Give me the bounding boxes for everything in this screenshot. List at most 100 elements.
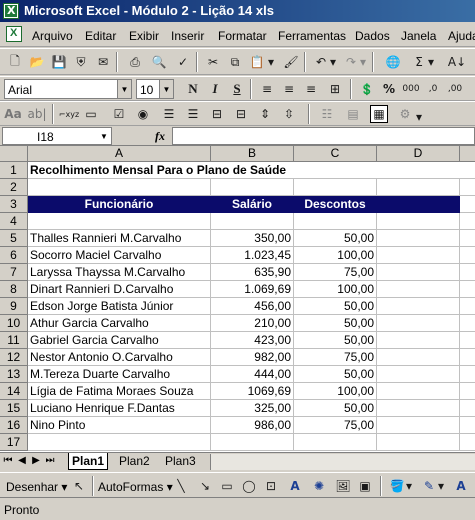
cell[interactable] (377, 264, 460, 281)
save-icon[interactable]: 💾 (50, 53, 68, 71)
cell[interactable] (460, 298, 475, 315)
discount-cell[interactable]: 50,00 (294, 366, 377, 383)
discount-cell[interactable]: 100,00 (294, 247, 377, 264)
decrease-decimal-icon[interactable]: ,00 (446, 80, 464, 98)
cell[interactable] (460, 434, 475, 451)
cell[interactable] (377, 400, 460, 417)
cell[interactable] (377, 213, 460, 230)
toolbar-options-icon[interactable]: ▾ (414, 108, 424, 126)
cell[interactable] (377, 349, 460, 366)
employee-name-cell[interactable]: Dinart Rannieri D.Carvalho (28, 281, 211, 298)
row-header[interactable]: 9 (0, 298, 28, 315)
combo-list-edit-icon[interactable]: ⊟ (208, 105, 226, 123)
rectangle-icon[interactable]: ▭ (218, 477, 236, 495)
undo-dropdown-icon[interactable]: ▾ (328, 53, 338, 71)
cell[interactable] (460, 400, 475, 417)
employee-name-cell[interactable]: Lígia de Fatima Moraes Souza (28, 383, 211, 400)
cell[interactable] (460, 179, 475, 196)
menu-janela[interactable]: Janela (401, 29, 436, 43)
cell[interactable] (377, 383, 460, 400)
thousands-icon[interactable]: 000 (402, 80, 420, 98)
cell[interactable] (28, 179, 211, 196)
first-sheet-icon[interactable]: ⏮ (2, 455, 14, 466)
salary-cell[interactable]: 1.023,45 (211, 247, 294, 264)
cell[interactable] (377, 315, 460, 332)
row-header[interactable]: 1 (0, 162, 28, 179)
discount-cell[interactable]: 50,00 (294, 400, 377, 417)
option-button-icon[interactable]: ◉ (134, 105, 152, 123)
horizontal-scrollbar[interactable] (210, 454, 475, 470)
employee-name-cell[interactable]: Athur Garcia Carvalho (28, 315, 211, 332)
salary-cell[interactable]: 635,90 (211, 264, 294, 281)
last-sheet-icon[interactable]: ⏭ (44, 455, 56, 466)
paste-dropdown-icon[interactable]: ▾ (266, 53, 276, 71)
cell[interactable] (460, 162, 475, 179)
cell[interactable] (28, 213, 211, 230)
column-header-b[interactable]: B (211, 146, 294, 162)
cell[interactable] (460, 264, 475, 281)
sheet-tab-plan2[interactable]: Plan2 (116, 453, 153, 470)
cell[interactable] (460, 196, 475, 213)
currency-icon[interactable]: 💲 (358, 80, 376, 98)
cell[interactable] (460, 366, 475, 383)
cell[interactable] (377, 162, 460, 179)
chevron-down-icon[interactable]: ▼ (159, 80, 173, 98)
employee-name-cell[interactable]: Edson Jorge Batista Júnior (28, 298, 211, 315)
format-painter-icon[interactable]: 🖌 (282, 53, 300, 71)
discount-cell[interactable]: 100,00 (294, 383, 377, 400)
font-combo[interactable]: Arial ▼ (4, 79, 132, 99)
discount-cell[interactable]: 50,00 (294, 298, 377, 315)
discount-cell[interactable]: 75,00 (294, 417, 377, 434)
row-header[interactable]: 10 (0, 315, 28, 332)
discount-cell[interactable]: 75,00 (294, 349, 377, 366)
employee-name-cell[interactable]: Socorro Maciel Carvalho (28, 247, 211, 264)
group-box-icon[interactable]: ⌐xyz (59, 105, 79, 123)
employee-name-cell[interactable]: Thalles Rannieri M.Carvalho (28, 230, 211, 247)
discount-cell[interactable]: 50,00 (294, 315, 377, 332)
formula-input[interactable] (172, 127, 475, 145)
autoshapes-menu-button[interactable]: AutoFormas ▾ (98, 480, 173, 494)
control-properties-icon[interactable]: ☷ (318, 105, 336, 123)
fill-color-dropdown-icon[interactable]: ▾ (404, 477, 414, 495)
employee-name-cell[interactable]: M.Tereza Duarte Carvalho (28, 366, 211, 383)
bold-icon[interactable]: N (184, 80, 202, 98)
merge-center-icon[interactable]: ⊞ (326, 80, 344, 98)
row-header[interactable]: 6 (0, 247, 28, 264)
cell[interactable] (377, 281, 460, 298)
name-box[interactable]: I18 ▼ (2, 127, 112, 145)
menu-ferramentas[interactable]: Ferramentas (278, 29, 346, 43)
print-icon[interactable]: ⎙ (126, 53, 144, 71)
underline-icon[interactable]: S (228, 80, 246, 98)
cell[interactable] (460, 349, 475, 366)
percent-icon[interactable]: % (380, 80, 398, 98)
chevron-down-icon[interactable]: ▼ (117, 80, 131, 98)
salary-cell[interactable]: 1.069,69 (211, 281, 294, 298)
employee-name-cell[interactable]: Luciano Henrique F.Dantas (28, 400, 211, 417)
label-icon[interactable]: Aa (4, 105, 22, 123)
cell[interactable] (460, 213, 475, 230)
list-box-icon[interactable]: ☰ (160, 105, 178, 123)
menu-inserir[interactable]: Inserir (171, 29, 204, 43)
menu-ajuda[interactable]: Ajuda (448, 29, 475, 43)
next-sheet-icon[interactable]: ▶ (30, 455, 42, 466)
cell[interactable] (460, 247, 475, 264)
row-header[interactable]: 14 (0, 383, 28, 400)
cell[interactable] (377, 298, 460, 315)
salary-cell[interactable]: 325,00 (211, 400, 294, 417)
discount-cell[interactable]: 75,00 (294, 264, 377, 281)
worksheet-grid[interactable]: A B C D 1 Recolhimento Mensal Para o Plan… (0, 146, 475, 452)
cell[interactable] (211, 162, 294, 179)
combo-dropdown-edit-icon[interactable]: ⊟ (232, 105, 250, 123)
email-icon[interactable]: ✉ (94, 53, 112, 71)
font-color-icon[interactable]: A (452, 477, 470, 495)
cell[interactable] (460, 417, 475, 434)
column-header-a[interactable]: A (28, 146, 211, 162)
cell[interactable] (294, 434, 377, 451)
salary-cell[interactable]: 210,00 (211, 315, 294, 332)
line-color-dropdown-icon[interactable]: ▾ (436, 477, 446, 495)
cell[interactable] (460, 315, 475, 332)
edit-box-icon[interactable]: ab| (28, 105, 47, 123)
cell[interactable] (460, 230, 475, 247)
align-right-icon[interactable]: ≡ (302, 80, 320, 98)
line-icon[interactable]: ╲ (172, 477, 190, 495)
